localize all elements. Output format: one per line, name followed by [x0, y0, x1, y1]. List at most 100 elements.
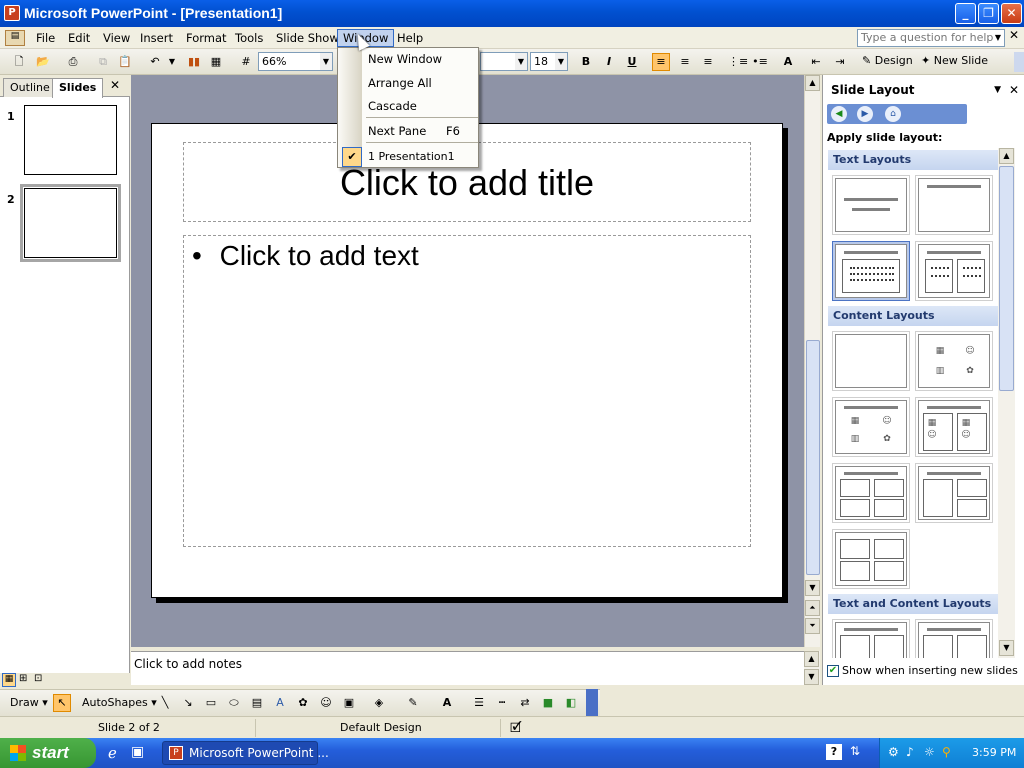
internet-explorer-icon[interactable]: ℯ	[108, 744, 117, 762]
line-color-icon[interactable]: ✎	[404, 694, 422, 712]
scroll-up-icon[interactable]: ▲	[999, 148, 1014, 164]
layout-title-two-over-content[interactable]	[918, 466, 990, 520]
home-icon[interactable]: ⌂	[885, 106, 901, 122]
task-pane-scrollbar[interactable]: ▲ ▼	[998, 148, 1015, 658]
tab-outline[interactable]: Outline	[3, 78, 57, 97]
underline-icon[interactable]: U	[623, 53, 641, 71]
title-bar[interactable]: P Microsoft PowerPoint - [Presentation1]…	[0, 0, 1024, 27]
dash-style-icon[interactable]: ┅	[493, 694, 511, 712]
start-button[interactable]: start	[0, 738, 96, 768]
help-search-input[interactable]: Type a question for help ▼	[857, 29, 1005, 47]
layout-title-and-text[interactable]	[835, 244, 907, 298]
layout-content[interactable]: ▦ ☺ ▥ ✿	[918, 334, 990, 388]
menu-slide-show[interactable]: Slide Show	[271, 29, 344, 47]
clock[interactable]: 3:59 PM	[972, 746, 1016, 759]
insert-table-icon[interactable]: ▦	[207, 53, 225, 71]
print-icon[interactable]: ⎙	[64, 53, 82, 71]
paste-icon[interactable]: 📋	[116, 53, 134, 71]
menu-view[interactable]: View	[98, 29, 135, 47]
checkmark-icon[interactable]: ✔	[827, 665, 839, 677]
menu-item-cascade[interactable]: Cascade	[368, 99, 417, 113]
notes-scrollbar[interactable]: ▲ ▼	[804, 651, 820, 685]
copy-icon[interactable]: ⧉	[94, 53, 112, 71]
layout-title-and-two-content[interactable]: ▦☺ ▦☺	[918, 400, 990, 454]
zoom-select[interactable]: 66% ▼	[258, 52, 333, 71]
menu-insert[interactable]: Insert	[135, 29, 178, 47]
show-when-inserting-checkbox[interactable]: ✔ Show when inserting new slides	[827, 664, 1018, 677]
close-icon[interactable]: ✕	[1009, 28, 1019, 42]
slide-sorter-view-icon[interactable]: ⊞	[19, 673, 27, 684]
chevron-down-icon[interactable]: ▼	[555, 53, 567, 70]
vertical-scrollbar[interactable]: ▲ ▼ ⏶ ⏷	[804, 75, 820, 647]
body-placeholder[interactable]: • Click to add text	[183, 235, 751, 547]
rectangle-icon[interactable]: ▭	[202, 694, 220, 712]
layout-text-and-content[interactable]	[835, 622, 907, 658]
shadow-icon[interactable]: ■	[539, 694, 557, 712]
slide-show-view-icon[interactable]: ⊡	[34, 673, 42, 684]
language-icon[interactable]: ⇅	[850, 744, 860, 758]
draw-menu-button[interactable]: Draw ▾	[10, 696, 48, 709]
new-slide-button[interactable]: ✦ New Slide	[921, 54, 988, 67]
help-icon[interactable]: ?	[826, 744, 842, 760]
scroll-down-icon[interactable]: ▼	[999, 640, 1014, 656]
normal-view-icon[interactable]: ▦	[2, 673, 16, 687]
next-slide-icon[interactable]: ⏷	[805, 618, 820, 634]
arrow-style-icon[interactable]: ⇄	[516, 694, 534, 712]
chevron-down-icon[interactable]: ▼	[992, 30, 1004, 46]
scroll-thumb[interactable]	[806, 340, 820, 575]
font-color-icon[interactable]: A	[438, 694, 456, 712]
bullets-icon[interactable]: •≡	[751, 53, 769, 71]
fill-color-icon[interactable]: ◈	[370, 694, 388, 712]
powerpoint-icon[interactable]: P	[4, 5, 20, 21]
layout-two-column-text[interactable]	[918, 244, 990, 298]
menu-file[interactable]: File	[31, 29, 60, 47]
insert-chart-icon[interactable]: ▮▮	[185, 53, 203, 71]
picture-icon[interactable]: ▣	[340, 694, 358, 712]
toolbar-options-icon[interactable]	[586, 689, 598, 716]
diagram-icon[interactable]: ✿	[294, 694, 312, 712]
restore-button[interactable]: ❐	[978, 3, 999, 24]
chevron-down-icon[interactable]: ▼	[994, 80, 1001, 100]
bold-icon[interactable]: B	[577, 53, 595, 71]
new-icon[interactable]: 🗋	[10, 53, 28, 71]
security-icon[interactable]: ☼	[924, 745, 935, 759]
close-icon[interactable]: ✕	[110, 78, 120, 92]
layout-blank[interactable]	[835, 334, 907, 388]
back-icon[interactable]: ◀	[831, 106, 847, 122]
autoshapes-menu-button[interactable]: AutoShapes ▾	[82, 696, 157, 709]
line-style-icon[interactable]: ☰	[470, 694, 488, 712]
search-icon[interactable]: ⚲	[942, 745, 951, 759]
notes-pane[interactable]: Click to add notes	[131, 651, 804, 685]
text-box-icon[interactable]: ▤	[248, 694, 266, 712]
design-button[interactable]: ✎ Design	[862, 54, 913, 67]
decrease-indent-icon[interactable]: ⇤	[807, 53, 825, 71]
slide-canvas[interactable]: Click to add title • Click to add text	[151, 123, 783, 598]
align-right-icon[interactable]: ≡	[699, 53, 717, 71]
chevron-down-icon[interactable]: ▼	[163, 53, 181, 71]
scroll-up-icon[interactable]: ▲	[804, 651, 819, 667]
layout-title-content-over-two[interactable]	[835, 466, 907, 520]
taskbar-item-powerpoint[interactable]: P Microsoft PowerPoint ...	[162, 741, 329, 765]
menu-item-arrange-all[interactable]: Arrange All	[368, 76, 432, 90]
network-icon[interactable]: ⚙	[888, 745, 899, 759]
scroll-down-icon[interactable]: ▼	[804, 669, 819, 685]
oval-icon[interactable]: ⬭	[225, 694, 243, 712]
document-icon[interactable]: ▤	[5, 30, 25, 46]
menu-help[interactable]: Help	[392, 29, 428, 47]
layout-title-and-content[interactable]: ▦ ☺ ▥ ✿	[835, 400, 907, 454]
open-icon[interactable]: 📂	[34, 53, 52, 71]
scroll-down-icon[interactable]: ▼	[805, 580, 820, 596]
3d-icon[interactable]: ◧	[562, 694, 580, 712]
font-size-select[interactable]: 18 ▼	[530, 52, 568, 71]
layout-title-only[interactable]	[835, 178, 907, 232]
previous-slide-icon[interactable]: ⏶	[805, 600, 820, 616]
scroll-up-icon[interactable]: ▲	[805, 75, 820, 91]
menu-item-new-window[interactable]: New Window	[368, 52, 442, 66]
menu-format[interactable]: Format	[181, 29, 232, 47]
layout-four-content[interactable]	[835, 532, 907, 586]
volume-icon[interactable]: ♪	[906, 745, 914, 759]
forward-icon[interactable]: ▶	[857, 106, 873, 122]
undo-icon[interactable]: ↶	[146, 53, 164, 71]
tab-slides[interactable]: Slides	[52, 78, 104, 98]
increase-font-icon[interactable]: A	[779, 53, 797, 71]
